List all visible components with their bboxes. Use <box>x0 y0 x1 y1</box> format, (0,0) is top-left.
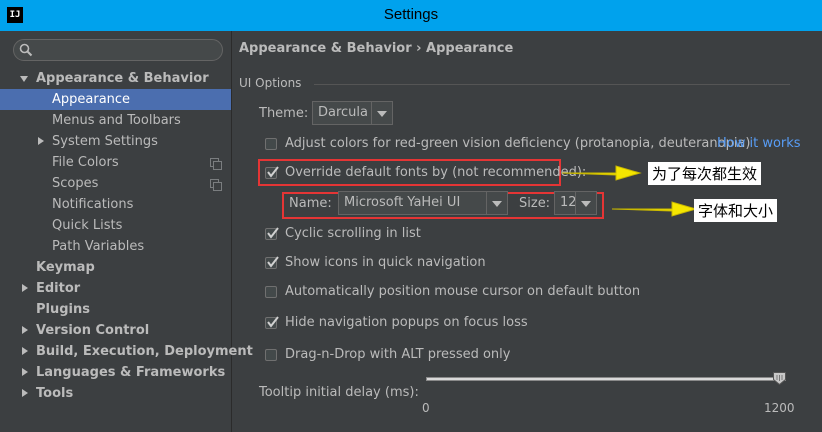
chevron-down-icon[interactable] <box>486 192 507 214</box>
chevron-right-icon[interactable] <box>22 368 28 376</box>
chevron-down-icon[interactable] <box>371 102 392 124</box>
override-fonts-checkbox[interactable] <box>265 166 279 179</box>
chevron-right-icon[interactable] <box>22 347 28 355</box>
check-icon <box>267 166 279 178</box>
font-name-select[interactable]: Microsoft YaHei UI <box>338 191 508 215</box>
theme-label: Theme: <box>259 106 309 121</box>
group-title: UI Options <box>239 76 308 90</box>
slider-thumb[interactable] <box>773 372 786 385</box>
chevron-right-icon[interactable] <box>38 137 44 145</box>
show-icons-checkbox[interactable] <box>265 256 279 269</box>
check-icon <box>267 316 279 328</box>
breadcrumb: Appearance & Behavior › Appearance <box>239 41 514 56</box>
sidebar-item-plugins[interactable]: Plugins <box>0 299 231 320</box>
sidebar-item-system-settings[interactable]: System Settings <box>0 131 231 152</box>
chevron-down-icon[interactable] <box>20 76 28 82</box>
override-fonts-label: Override default fonts by (not recommend… <box>285 165 587 180</box>
sidebar-item-path-variables[interactable]: Path Variables <box>0 236 231 257</box>
annotation-arrow-font <box>611 201 698 217</box>
search-input[interactable] <box>13 39 223 61</box>
sidebar-item-menus-toolbars[interactable]: Menus and Toolbars <box>0 110 231 131</box>
sidebar-item-scopes[interactable]: Scopes <box>0 173 231 194</box>
settings-sidebar: Appearance & Behavior Appearance Menus a… <box>0 31 253 432</box>
sidebar-item-file-colors[interactable]: File Colors <box>0 152 231 173</box>
sidebar-item-appearance-behavior[interactable]: Appearance & Behavior <box>0 68 231 89</box>
cyclic-scrolling-label: Cyclic scrolling in list <box>285 226 421 241</box>
show-icons-label: Show icons in quick navigation <box>285 255 486 270</box>
annotation-note-override: 为了每次都生效 <box>648 162 762 185</box>
group-divider <box>314 84 790 85</box>
slider-min-label: 0 <box>422 401 430 415</box>
copy-icon <box>210 158 222 170</box>
sidebar-item-quick-lists[interactable]: Quick Lists <box>0 215 231 236</box>
check-icon <box>267 256 279 268</box>
sidebar-item-build-execution-deployment[interactable]: Build, Execution, Deployment <box>0 341 253 362</box>
sidebar-item-keymap[interactable]: Keymap <box>0 257 231 278</box>
cyclic-scrolling-checkbox[interactable] <box>265 227 279 240</box>
sidebar-item-notifications[interactable]: Notifications <box>0 194 231 215</box>
tooltip-delay-slider[interactable] <box>426 377 786 381</box>
chevron-right-icon[interactable] <box>22 389 28 397</box>
font-name-label: Name: <box>289 196 332 211</box>
sidebar-item-tools[interactable]: Tools <box>0 383 231 404</box>
settings-content: Appearance & Behavior › Appearance UI Op… <box>232 31 822 432</box>
sidebar-item-version-control[interactable]: Version Control <box>0 320 231 341</box>
sidebar-item-languages-frameworks[interactable]: Languages & Frameworks <box>0 362 231 383</box>
tooltip-delay-label: Tooltip initial delay (ms): <box>259 385 419 400</box>
sidebar-item-appearance[interactable]: Appearance <box>0 89 231 110</box>
adjust-colors-checkbox[interactable] <box>265 138 277 150</box>
chevron-right-icon[interactable] <box>22 284 28 292</box>
chevron-right-icon[interactable] <box>22 326 28 334</box>
auto-position-cursor-label: Automatically position mouse cursor on d… <box>285 284 641 299</box>
title-bar: IJ Settings <box>0 0 822 31</box>
auto-position-cursor-checkbox[interactable] <box>265 286 277 298</box>
drag-n-drop-checkbox[interactable] <box>265 349 277 361</box>
hide-popups-checkbox[interactable] <box>265 316 279 329</box>
hide-popups-label: Hide navigation popups on focus loss <box>285 315 528 330</box>
copy-icon <box>210 179 222 191</box>
sidebar-item-editor[interactable]: Editor <box>0 278 231 299</box>
how-it-works-link[interactable]: How it works <box>717 136 801 151</box>
search-icon <box>19 43 33 57</box>
window-title: Settings <box>383 6 439 23</box>
annotation-note-font: 字体和大小 <box>694 199 778 222</box>
adjust-colors-label: Adjust colors for red-green vision defic… <box>285 136 751 151</box>
slider-max-label: 1200 <box>764 401 795 415</box>
drag-n-drop-label: Drag-n-Drop with ALT pressed only <box>285 347 511 362</box>
check-icon <box>267 227 279 239</box>
font-size-label: Size: <box>519 196 551 211</box>
theme-select[interactable]: Darcula <box>312 101 393 125</box>
